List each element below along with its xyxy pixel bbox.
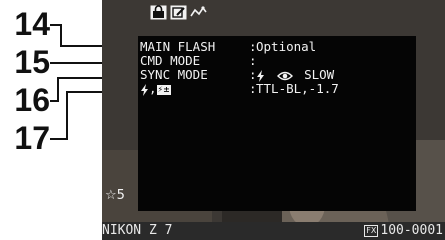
flash-comp-icon: ⚡± [156,84,171,95]
main-flash-label: MAIN FLASH [140,39,216,54]
lock-icon [150,4,167,19]
rating-value: 5 [116,188,125,203]
fx-format-badge: FX [364,224,379,237]
file-number: 100-0001 [380,223,443,238]
star-outline-icon: ☆ [105,188,117,203]
edit-icon [170,5,187,19]
cmd-mode-label: CMD MODE [140,53,201,68]
sync-mode-value: SLOW [304,67,335,82]
red-eye-icon [276,71,293,80]
bottom-info-bar: NIKON Z 7 FX 100-0001 [102,222,445,240]
flash-comp-value: TTL-BL,-1.7 [256,81,339,96]
main-flash-value: Optional [256,39,317,54]
flash-info-panel: MAIN FLASH : Optional CMD MODE : SYNC MO… [138,36,416,211]
camera-playback-screen: MAIN FLASH : Optional CMD MODE : SYNC MO… [102,0,445,240]
sync-mode-label: SYNC MODE [140,67,208,82]
network-icon [190,5,207,16]
flash-icon [141,83,148,96]
image-rating: ☆5 [105,188,125,203]
flash-comp-label-comma: , [149,81,157,96]
cmd-mode-separator: : [249,53,257,68]
sync-mode-value-group: SLOW [256,68,334,82]
flash-comp-label-group: ,⚡± [140,82,171,96]
file-info: FX 100-0001 [364,223,443,239]
top-status-icons [150,4,207,20]
flash-icon [257,69,264,82]
camera-model: NIKON Z 7 [102,223,173,238]
